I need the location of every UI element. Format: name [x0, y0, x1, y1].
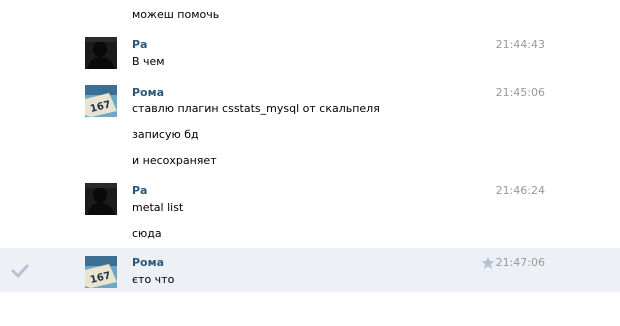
message-time[interactable]: 21:45:06: [496, 86, 545, 100]
message-text: записую бд: [132, 128, 199, 141]
message-text: єто что: [132, 273, 175, 286]
message-author[interactable]: Рома: [132, 256, 164, 270]
avatar[interactable]: [85, 37, 117, 69]
message-text: и несохраняет: [132, 154, 217, 167]
message-text: сюда: [132, 227, 162, 240]
avatar[interactable]: 167: [85, 256, 117, 288]
message-author[interactable]: Ра: [132, 184, 148, 198]
message-time[interactable]: 21:46:24: [496, 184, 545, 198]
message-text: В чем: [132, 55, 165, 68]
message-text: ставлю плагин csstats_mysql от скальпеля: [132, 102, 380, 115]
message-author[interactable]: Рома: [132, 86, 164, 100]
star-icon[interactable]: [481, 256, 495, 270]
avatar[interactable]: 167: [85, 85, 117, 117]
avatar[interactable]: [85, 183, 117, 215]
message-time[interactable]: 21:47:06: [496, 256, 545, 270]
check-icon[interactable]: [11, 263, 29, 279]
message-author[interactable]: Ра: [132, 38, 148, 52]
message-text: можеш помочь: [132, 8, 220, 21]
message-time[interactable]: 21:44:43: [496, 38, 545, 52]
message-text: metal list: [132, 201, 184, 214]
